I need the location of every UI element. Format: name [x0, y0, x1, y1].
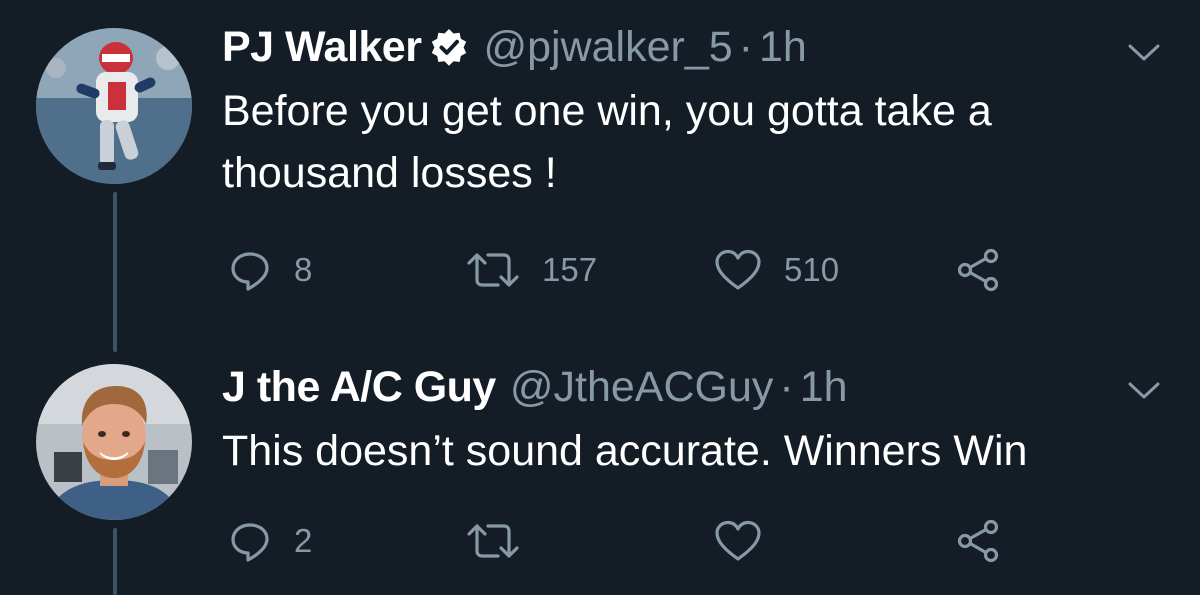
heart-icon [715, 249, 761, 290]
football-player-avatar-icon [36, 28, 192, 184]
retweet-count: 157 [542, 251, 598, 288]
tweet[interactable]: J the A/C Guy @JtheACGuy · 1h This doesn… [0, 340, 1200, 595]
share-icon [957, 519, 999, 563]
retweet-icon [467, 524, 519, 558]
retweet-button[interactable]: 157 [466, 245, 597, 295]
user-handle[interactable]: @JtheACGuy [510, 362, 774, 412]
timestamp[interactable]: 1h [800, 362, 848, 412]
timestamp[interactable]: 1h [759, 22, 807, 72]
display-name[interactable]: PJ Walker [222, 22, 422, 72]
tweet-header: J the A/C Guy @JtheACGuy · 1h [222, 362, 848, 412]
tweet-thread: PJ Walker @pjwalker_5 · 1h Before you ge… [0, 0, 1200, 595]
chevron-down-icon[interactable] [1124, 378, 1164, 402]
retweet-button[interactable] [466, 516, 542, 566]
bearded-man-avatar-icon [36, 364, 192, 520]
tweet[interactable]: PJ Walker @pjwalker_5 · 1h Before you ge… [0, 0, 1200, 340]
reply-button[interactable]: 8 [228, 245, 312, 295]
share-button[interactable] [956, 245, 1000, 295]
like-button[interactable] [714, 516, 784, 566]
tweet-text: Before you get one win, you gotta take a… [222, 87, 992, 197]
avatar[interactable] [36, 364, 192, 520]
like-count: 510 [784, 251, 840, 288]
separator-dot: · [738, 23, 753, 71]
share-icon [957, 248, 999, 292]
tweet-text: This doesn’t sound accurate. Winners Win [222, 427, 1028, 475]
separator-dot: · [779, 363, 794, 411]
avatar[interactable] [36, 28, 192, 184]
heart-icon [715, 520, 761, 561]
like-button[interactable]: 510 [714, 245, 839, 295]
reply-count: 8 [294, 251, 313, 288]
retweet-icon [467, 253, 519, 287]
reply-icon [231, 252, 269, 291]
reply-count: 2 [294, 522, 313, 559]
share-button[interactable] [956, 516, 1000, 566]
tweet-header: PJ Walker @pjwalker_5 · 1h [222, 22, 807, 72]
chevron-down-icon[interactable] [1124, 40, 1164, 64]
reply-icon [231, 523, 269, 562]
verified-badge-icon [429, 27, 469, 67]
display-name[interactable]: J the A/C Guy [222, 362, 496, 412]
user-handle[interactable]: @pjwalker_5 [483, 22, 732, 72]
reply-button[interactable]: 2 [228, 516, 312, 566]
